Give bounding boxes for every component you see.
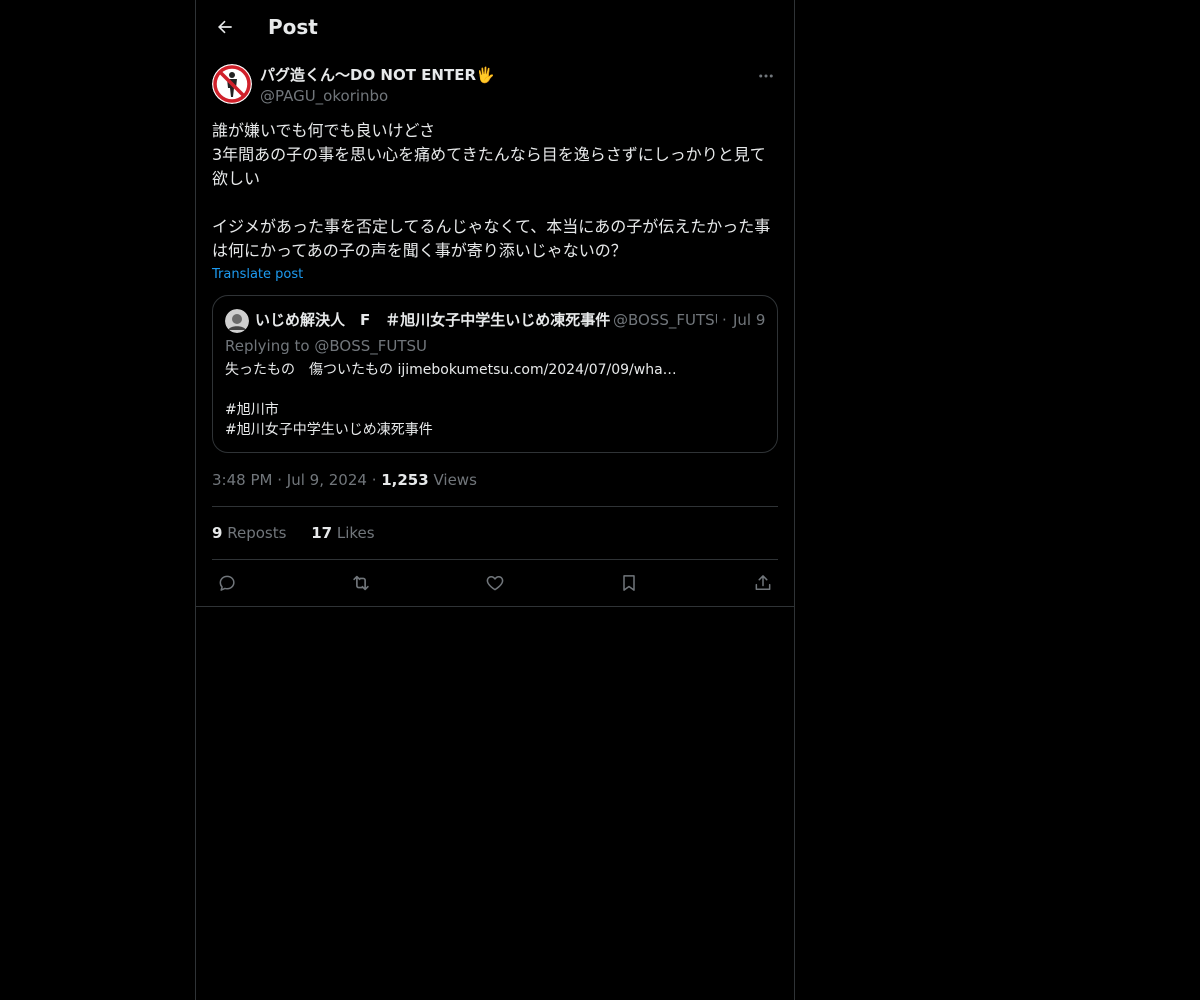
author-handle[interactable]: @PAGU_okorinbo — [260, 86, 388, 106]
replying-prefix: Replying to — [225, 337, 310, 355]
quote-avatar-image-icon — [225, 309, 249, 333]
separator-dot: · — [722, 311, 727, 329]
replying-handle: @BOSS_FUTSU — [314, 337, 428, 355]
likes-label: Likes — [336, 524, 375, 542]
page-title: Post — [268, 15, 318, 39]
reply-icon — [219, 575, 235, 591]
no-entry-avatar-icon — [212, 64, 252, 104]
main-column: Post パグ造くん〜DO NOT ENTER🖐 @PAGU_okorinbo … — [195, 0, 795, 1000]
action-bar — [212, 568, 778, 598]
reposts-stat[interactable]: 9 Reposts — [212, 524, 286, 542]
divider — [212, 506, 778, 507]
quote-author-name: いじめ解決人 F ＃旭川女子中学生いじめ凍死事件 — [255, 311, 611, 329]
views-count: 1,253 — [381, 471, 429, 489]
repost-icon — [353, 575, 369, 591]
share-button[interactable] — [748, 568, 778, 598]
author-name[interactable]: パグ造くん〜DO NOT ENTER🖐 — [260, 65, 495, 85]
post-text: 誰が嫌いでも何でも良いけどさ 3年間あの子の事を思い心を痛めてきたんなら目を逸ら… — [212, 121, 771, 260]
arrow-left-icon — [218, 20, 232, 34]
bookmark-button[interactable] — [614, 568, 644, 598]
post-author: パグ造くん〜DO NOT ENTER🖐 @PAGU_okorinbo — [212, 64, 778, 108]
quote-avatar — [225, 309, 249, 333]
post-date[interactable]: Jul 9, 2024 — [287, 471, 367, 489]
post-time[interactable]: 3:48 PM — [212, 471, 272, 489]
post-metadata: 3:48 PM · Jul 9, 2024 · 1,253 Views — [212, 470, 477, 490]
likes-stat[interactable]: 17 Likes — [311, 524, 374, 542]
reposts-label: Reposts — [227, 524, 287, 542]
quote-text: 失ったもの 傷ついたもの ijimebokumetsu.com/2024/07/… — [225, 362, 677, 438]
avatar[interactable] — [212, 64, 252, 104]
post-stats: 9 Reposts 17 Likes — [212, 523, 395, 543]
quote-date: Jul 9 — [733, 311, 766, 329]
reply-button[interactable] — [212, 568, 242, 598]
share-icon — [755, 575, 771, 590]
quote-author-handle: @BOSS_FUTSU — [613, 311, 717, 329]
quoted-post[interactable]: いじめ解決人 F ＃旭川女子中学生いじめ凍死事件 @BOSS_FUTSU · J… — [212, 295, 778, 453]
like-button[interactable] — [480, 568, 510, 598]
translate-post-link[interactable]: Translate post — [212, 266, 303, 284]
heart-icon — [486, 576, 504, 591]
page-header: Post — [196, 0, 794, 54]
views-label: Views — [433, 471, 477, 489]
likes-count: 17 — [311, 524, 333, 542]
separator-dot: · — [277, 471, 287, 489]
reposts-count: 9 — [212, 524, 223, 542]
repost-button[interactable] — [346, 568, 376, 598]
more-horizontal-icon — [759, 74, 773, 78]
replying-to: Replying to @BOSS_FUTSU — [225, 336, 427, 356]
divider — [196, 606, 794, 607]
bookmark-icon — [623, 575, 635, 591]
back-button[interactable] — [208, 10, 242, 44]
more-button[interactable] — [754, 64, 778, 88]
separator-dot: · — [371, 471, 382, 489]
divider — [212, 559, 778, 560]
